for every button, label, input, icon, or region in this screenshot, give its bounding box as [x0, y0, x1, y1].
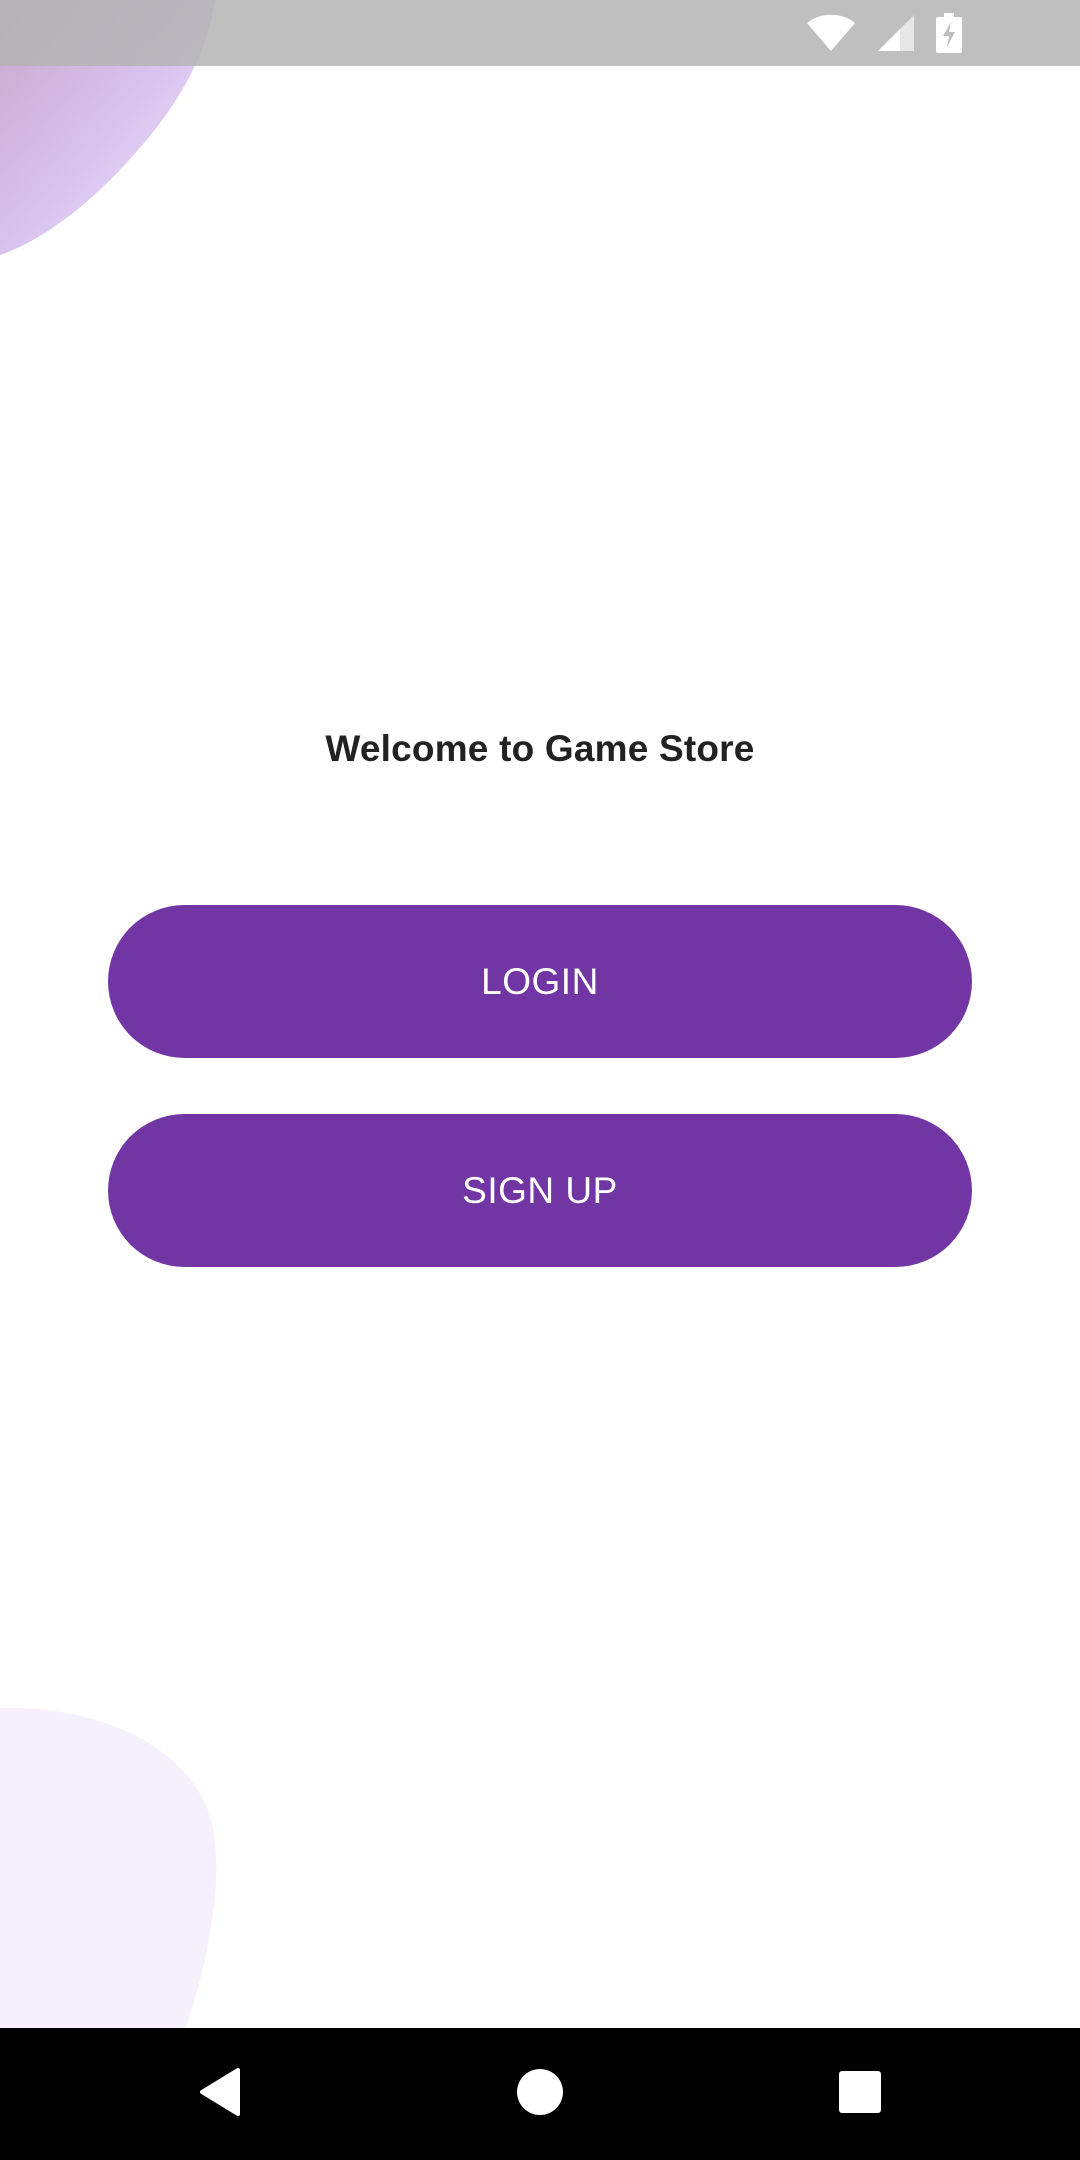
recents-icon [838, 2070, 882, 2119]
login-button-label: LOGIN [481, 960, 599, 1002]
cell-signal-icon [876, 13, 916, 53]
wifi-icon [806, 13, 856, 53]
status-bar [0, 0, 1080, 66]
status-icons [806, 12, 962, 54]
home-icon [516, 2068, 564, 2121]
decorative-blob-bottom [0, 1707, 217, 2030]
signup-button-label: SIGN UP [462, 1169, 618, 1211]
back-icon [198, 2067, 242, 2121]
recents-button[interactable] [830, 2064, 890, 2124]
signup-button[interactable]: SIGN UP [108, 1114, 972, 1267]
back-button[interactable] [190, 2064, 250, 2124]
welcome-screen: Welcome to Game Store LOGIN SIGN UP [0, 0, 1080, 2160]
home-button[interactable] [510, 2064, 570, 2124]
welcome-heading: Welcome to Game Store [325, 728, 755, 769]
battery-charging-icon [936, 13, 962, 53]
navigation-bar [0, 2028, 1080, 2160]
login-button[interactable]: LOGIN [108, 905, 972, 1058]
